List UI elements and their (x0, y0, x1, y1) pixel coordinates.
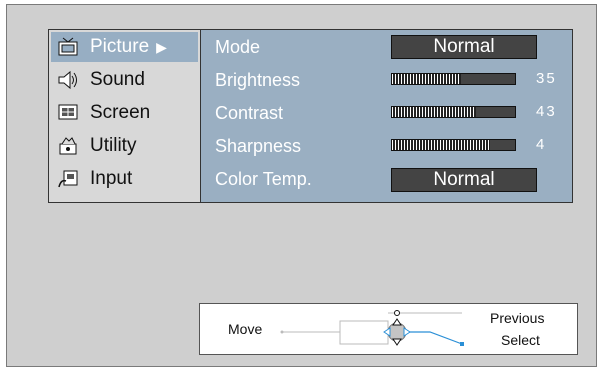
setting-label: Brightness (215, 69, 301, 90)
sidebar-item-label: Screen (90, 102, 151, 123)
setting-row-contrast[interactable]: Contrast (215, 98, 390, 128)
navigation-guide: Move Previous Select (199, 303, 578, 355)
sidebar-item-screen[interactable]: Screen (51, 98, 198, 128)
contrast-slider[interactable] (391, 106, 516, 118)
guide-previous-label: Previous (490, 310, 545, 326)
sidebar-item-label: Input (90, 168, 133, 189)
mode-value-box[interactable]: Normal (391, 35, 537, 59)
picture-icon (56, 36, 80, 58)
sharpness-slider-fill (392, 140, 491, 150)
setting-label: Contrast (215, 102, 284, 123)
sidebar-item-label: Sound (90, 69, 145, 90)
setting-label: Color Temp. (215, 168, 312, 189)
utility-icon (56, 135, 80, 157)
setting-row-brightness[interactable]: Brightness (215, 65, 390, 95)
brightness-slider-fill (392, 74, 461, 84)
sidebar-item-label: Utility (90, 135, 137, 156)
chevron-right-icon: ▶ (156, 38, 167, 55)
guide-move-label: Move (228, 321, 263, 337)
setting-row-sharpness[interactable]: Sharpness (215, 131, 390, 161)
input-icon (56, 168, 80, 190)
sharpness-slider[interactable] (391, 139, 516, 151)
setting-label: Mode (215, 36, 261, 57)
sidebar-item-sound[interactable]: Sound (51, 65, 198, 95)
setting-row-color-temp[interactable]: Color Temp. (215, 164, 390, 194)
sidebar-item-utility[interactable]: Utility (51, 131, 198, 161)
contrast-value: 43 (536, 103, 557, 120)
sharpness-value: 4 (536, 136, 547, 153)
contrast-slider-fill (392, 107, 476, 117)
color-temp-value-box[interactable]: Normal (391, 168, 537, 192)
sidebar-item-picture[interactable]: Picture ▶ (51, 32, 198, 62)
sound-icon (56, 69, 80, 91)
screen-icon (56, 102, 80, 124)
sidebar-item-input[interactable]: Input (51, 164, 198, 194)
osd-menu: Picture ▶ Sound Screen Utility Input Mod… (48, 29, 573, 203)
setting-label: Sharpness (215, 135, 302, 156)
guide-select-label: Select (501, 332, 540, 348)
sidebar-item-label: Picture (90, 36, 150, 57)
brightness-value: 35 (536, 70, 557, 87)
brightness-slider[interactable] (391, 73, 516, 85)
sidebar: Picture ▶ Sound Screen Utility Input (49, 30, 201, 202)
setting-row-mode[interactable]: Mode (215, 32, 390, 62)
